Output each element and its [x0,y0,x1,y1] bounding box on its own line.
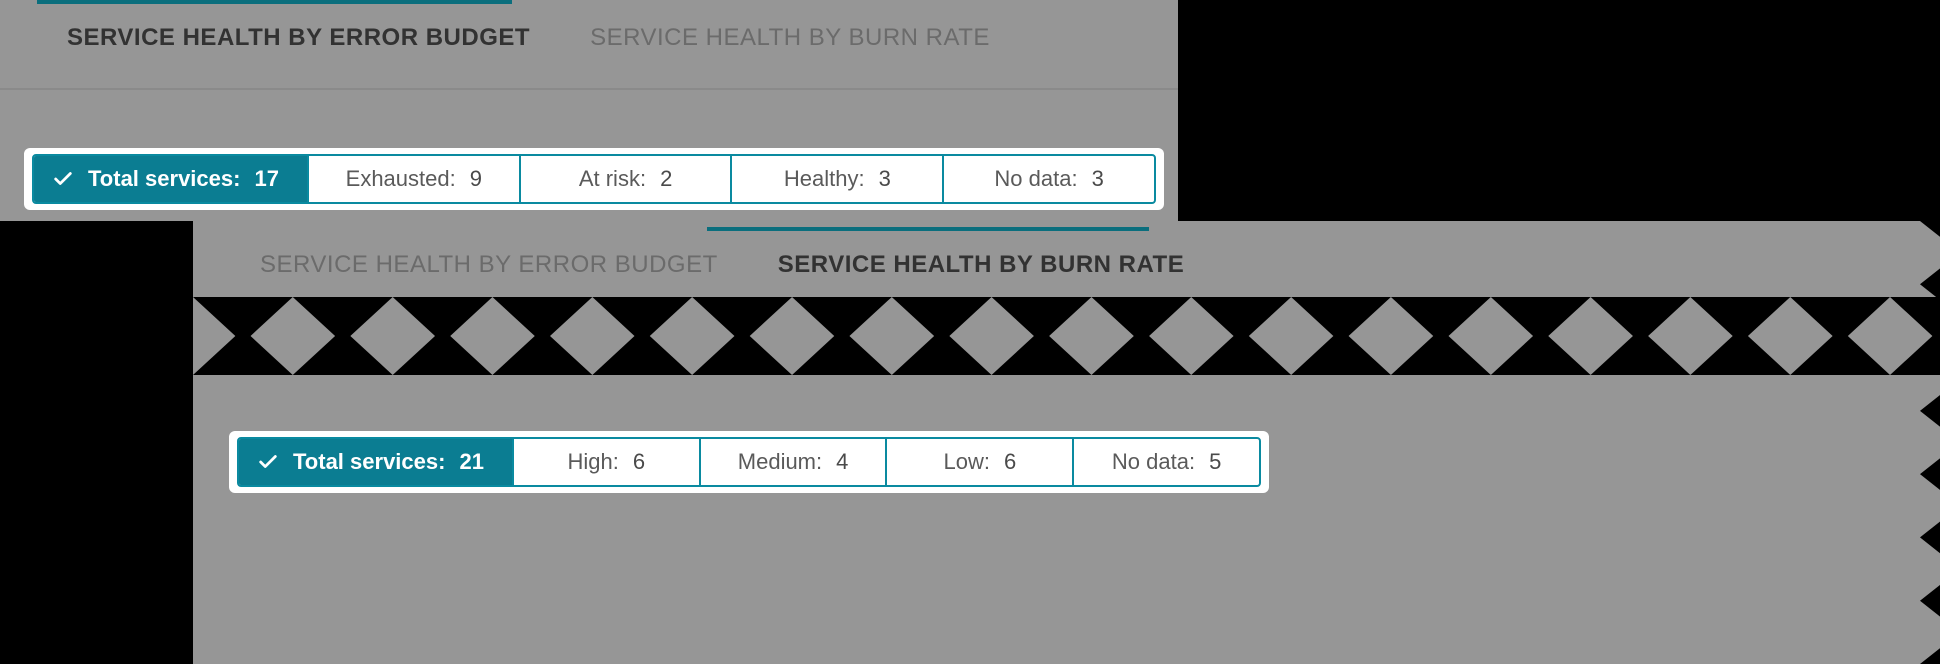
summary-cell-value: 4 [836,449,848,475]
torn-edge-icon [193,329,1940,375]
tab-error-budget[interactable]: SERVICE HEALTH BY ERROR BUDGET [37,2,560,70]
summary-cell-label: No data [994,166,1077,192]
summary-total-value: 17 [254,166,278,192]
summary-high[interactable]: High 6 [512,439,699,485]
summary-bar: Total services 17 Exhausted 9 At risk 2 … [24,148,1164,210]
summary-cell-label: High [568,449,619,475]
tabs: SERVICE HEALTH BY ERROR BUDGET SERVICE H… [193,221,1940,297]
summary-cell-value: 6 [633,449,645,475]
summary-no-data[interactable]: No data 3 [942,156,1154,202]
summary-cells: Total services 21 High 6 Medium 4 Low 6 … [237,437,1261,487]
summary-cell-label: Exhausted [346,166,456,192]
summary-total[interactable]: Total services 21 [239,439,512,485]
tab-burn-rate[interactable]: SERVICE HEALTH BY BURN RATE [560,2,1020,70]
divider [0,88,1178,90]
summary-cell-label: At risk [579,166,646,192]
check-icon [257,451,279,473]
tab-burn-rate[interactable]: SERVICE HEALTH BY BURN RATE [748,229,1214,297]
summary-cell-label: No data [1112,449,1195,475]
summary-low[interactable]: Low 6 [885,439,1072,485]
summary-total[interactable]: Total services 17 [34,156,307,202]
summary-healthy[interactable]: Healthy 3 [730,156,942,202]
panel-burn-rate: SERVICE HEALTH BY ERROR BUDGET SERVICE H… [193,221,1940,664]
tabs: SERVICE HEALTH BY ERROR BUDGET SERVICE H… [0,0,1178,70]
summary-cell-label: Medium [738,449,822,475]
summary-cell-label: Low [943,449,989,475]
summary-total-label: Total services [88,166,240,192]
active-tab-underline [707,227,1149,231]
summary-medium[interactable]: Medium 4 [699,439,886,485]
torn-edge-icon [193,297,1940,343]
summary-cells: Total services 17 Exhausted 9 At risk 2 … [32,154,1156,204]
summary-cell-value: 9 [470,166,482,192]
summary-total-value: 21 [459,449,483,475]
summary-cell-value: 6 [1004,449,1016,475]
panel-error-budget: SERVICE HEALTH BY ERROR BUDGET SERVICE H… [0,0,1178,221]
summary-cell-value: 3 [1092,166,1104,192]
tab-error-budget[interactable]: SERVICE HEALTH BY ERROR BUDGET [230,229,748,297]
summary-total-label: Total services [293,449,445,475]
summary-cell-value: 5 [1209,449,1221,475]
summary-no-data[interactable]: No data 5 [1072,439,1259,485]
summary-at-risk[interactable]: At risk 2 [519,156,731,202]
summary-exhausted[interactable]: Exhausted 9 [307,156,519,202]
check-icon [52,168,74,190]
summary-cell-value: 2 [660,166,672,192]
summary-cell-label: Healthy [784,166,865,192]
active-tab-underline [37,0,512,4]
summary-bar: Total services 21 High 6 Medium 4 Low 6 … [229,431,1269,493]
summary-cell-value: 3 [879,166,891,192]
